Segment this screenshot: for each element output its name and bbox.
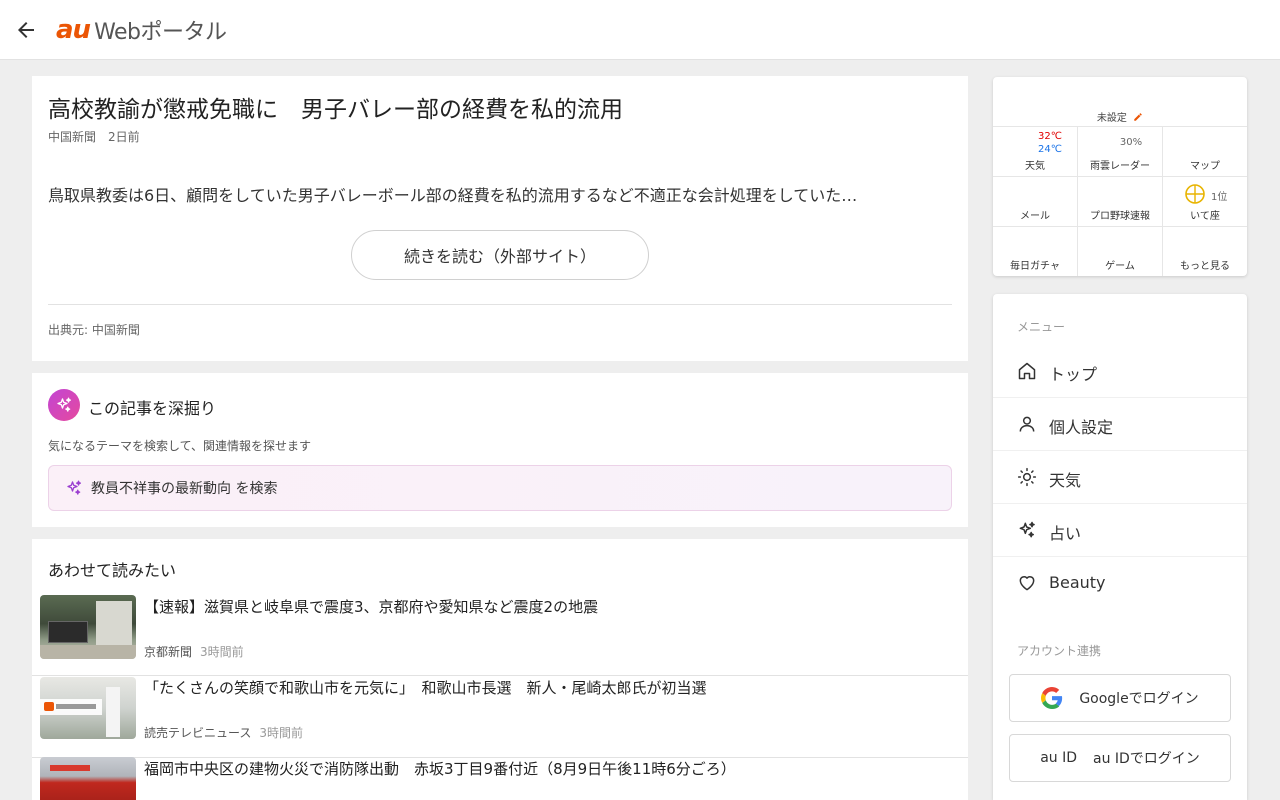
- related-article-title: 【速報】滋賀県と岐阜県で震度3、京都府や愛知県など震度2の地震: [144, 598, 599, 616]
- related-article-title: 福岡市中央区の建物火災で消防隊出動 赤坂3丁目9番付近（8月9日午後11時6分ご…: [144, 760, 736, 778]
- temperature-high: 32℃: [1038, 131, 1062, 142]
- arrow-left-icon: [18, 22, 34, 38]
- au-web-portal-logo[interactable]: au Webポータル: [56, 14, 227, 46]
- related-article-time: 3時間前: [259, 726, 304, 740]
- back-button[interactable]: [14, 18, 38, 42]
- location-label: 未設定: [993, 109, 1247, 124]
- person-icon: [1019, 416, 1035, 432]
- article-excerpt: 鳥取県教委は6日、顧問をしていた男子バレーボール部の経費を私的流用するなど不適正…: [48, 186, 858, 205]
- menu-item-top[interactable]: トップ: [993, 345, 1247, 398]
- related-article-meta: 読売テレビニュース 3時間前: [144, 724, 303, 741]
- logo-au-text: au: [56, 15, 91, 45]
- divider: [48, 304, 952, 305]
- article-thumbnail: [40, 595, 136, 659]
- menu-item-label: Beauty: [1049, 573, 1106, 592]
- google-icon: [1041, 687, 1063, 709]
- au-id-login-label: au IDでログイン: [1093, 751, 1200, 767]
- related-article-item[interactable]: 「たくさんの笑顔で和歌山市を元気に」 和歌山市長選 新人・尾崎太郎氏が初当選 読…: [32, 676, 968, 758]
- account-link-heading: アカウント連携: [1017, 644, 1102, 658]
- daily-gacha-label: 毎日ガチャ: [1010, 261, 1060, 272]
- game-tile[interactable]: ゲーム: [1078, 227, 1163, 276]
- related-heading: あわせて読みたい: [48, 561, 177, 580]
- sparkle-icon: [1019, 521, 1035, 538]
- menu-item-beauty[interactable]: Beauty: [993, 557, 1247, 610]
- article-source: 中国新聞: [48, 130, 97, 144]
- home-icon: [1018, 362, 1036, 380]
- mail-tile-label: メール: [1020, 211, 1050, 222]
- horoscope-tile[interactable]: 1位 いて座: [1163, 177, 1247, 227]
- more-tile-label: もっと見る: [1180, 261, 1230, 272]
- horoscope-sign: いて座: [1190, 211, 1220, 222]
- baseball-tile[interactable]: プロ野球速報: [1078, 177, 1163, 227]
- temperature-low: 24℃: [1038, 144, 1062, 155]
- side-menu: メニュー トップ 個人設定 天気 占い Beauty アカウント連携 Googl…: [993, 294, 1247, 800]
- rain-radar-tile[interactable]: 30% 雨雲レーダー: [1078, 127, 1163, 177]
- menu-item-weather[interactable]: 天気: [993, 451, 1247, 504]
- article-meta: 中国新聞 2日前: [48, 128, 140, 145]
- map-tile[interactable]: マップ: [1163, 127, 1247, 177]
- rain-radar-label: 雨雲レーダー: [1090, 161, 1150, 172]
- deep-dive-card: この記事を深掘り 気になるテーマを検索して、関連情報を探せます 教員不祥事の最新…: [32, 373, 968, 527]
- pencil-icon: [1134, 113, 1142, 121]
- google-login-button[interactable]: Googleでログイン: [1009, 674, 1231, 722]
- location-value: 未設定: [1096, 113, 1127, 124]
- weather-tile-label: 天気: [1025, 161, 1045, 172]
- logo-web-text: Webポータル: [94, 20, 227, 45]
- related-article-item[interactable]: 福岡市中央区の建物火災で消防隊出動 赤坂3丁目9番付近（8月9日午後11時6分ご…: [32, 757, 968, 800]
- article-card: 高校教諭が懲戒免職に 男子バレー部の経費を私的流用 中国新聞 2日前 鳥取県教委は…: [32, 76, 968, 361]
- game-tile-label: ゲーム: [1105, 261, 1135, 272]
- deep-dive-search-text: 教員不祥事の最新動向 を検索: [91, 481, 278, 497]
- daily-gacha-tile[interactable]: 毎日ガチャ: [993, 227, 1078, 276]
- menu-item-label: 天気: [1049, 471, 1082, 490]
- google-login-label: Googleでログイン: [1079, 691, 1199, 707]
- baseball-tile-label: プロ野球速報: [1090, 211, 1150, 222]
- au-id-login-button[interactable]: au ID au IDでログイン: [1009, 734, 1231, 782]
- related-article-source: 京都新聞: [144, 645, 193, 659]
- sun-icon: [1017, 467, 1037, 487]
- location-setting[interactable]: 未設定: [993, 77, 1247, 127]
- menu-heading: メニュー: [1017, 320, 1066, 334]
- article-time: 2日前: [108, 130, 140, 144]
- mail-tile[interactable]: メール: [993, 177, 1078, 227]
- menu-item-label: 占い: [1049, 524, 1082, 543]
- related-article-source: 読売テレビニュース: [144, 726, 252, 740]
- deep-dive-subtitle: 気になるテーマを検索して、関連情報を探せます: [48, 439, 312, 453]
- au-id-logo: au ID: [1040, 750, 1077, 766]
- article-credit: 出典元: 中国新聞: [48, 323, 140, 337]
- deep-dive-search-button[interactable]: 教員不祥事の最新動向 を検索: [48, 465, 952, 511]
- heart-icon: [1019, 576, 1035, 591]
- deep-dive-title: この記事を深掘り: [88, 399, 217, 418]
- article-title: 高校教諭が懲戒免職に 男子バレー部の経費を私的流用: [48, 97, 623, 123]
- article-thumbnail: [40, 757, 136, 800]
- service-widget: 未設定 32℃ 24℃ 天気 30% 雨雲レーダー マップ メール プロ野球速報…: [993, 77, 1247, 276]
- menu-item-label: トップ: [1049, 365, 1098, 384]
- sparkle-badge-icon: [48, 389, 80, 421]
- more-tile[interactable]: もっと見る: [1163, 227, 1247, 276]
- related-article-title: 「たくさんの笑顔で和歌山市を元気に」 和歌山市長選 新人・尾崎太郎氏が初当選: [144, 679, 707, 697]
- sparkle-icon: [67, 480, 82, 495]
- related-article-meta: 京都新聞 3時間前: [144, 643, 244, 660]
- article-thumbnail: [40, 677, 136, 739]
- menu-item-label: 個人設定: [1049, 418, 1114, 437]
- map-tile-label: マップ: [1190, 161, 1220, 172]
- weather-tile[interactable]: 32℃ 24℃ 天気: [993, 127, 1078, 177]
- top-bar: au Webポータル: [0, 0, 1280, 60]
- read-more-button[interactable]: 続きを読む（外部サイト）: [351, 230, 649, 280]
- related-articles-card: あわせて読みたい 【速報】滋賀県と岐阜県で震度3、京都府や愛知県など震度2の地震…: [32, 539, 968, 800]
- rain-probability: 30%: [1119, 137, 1143, 148]
- menu-item-fortune[interactable]: 占い: [993, 504, 1247, 557]
- related-article-item[interactable]: 【速報】滋賀県と岐阜県で震度3、京都府や愛知県など震度2の地震 京都新聞 3時間前: [32, 595, 968, 676]
- menu-item-personal-settings[interactable]: 個人設定: [993, 398, 1247, 451]
- related-article-time: 3時間前: [200, 645, 244, 659]
- sagittarius-icon: [1185, 184, 1205, 204]
- horoscope-rank: 1位: [1211, 192, 1228, 203]
